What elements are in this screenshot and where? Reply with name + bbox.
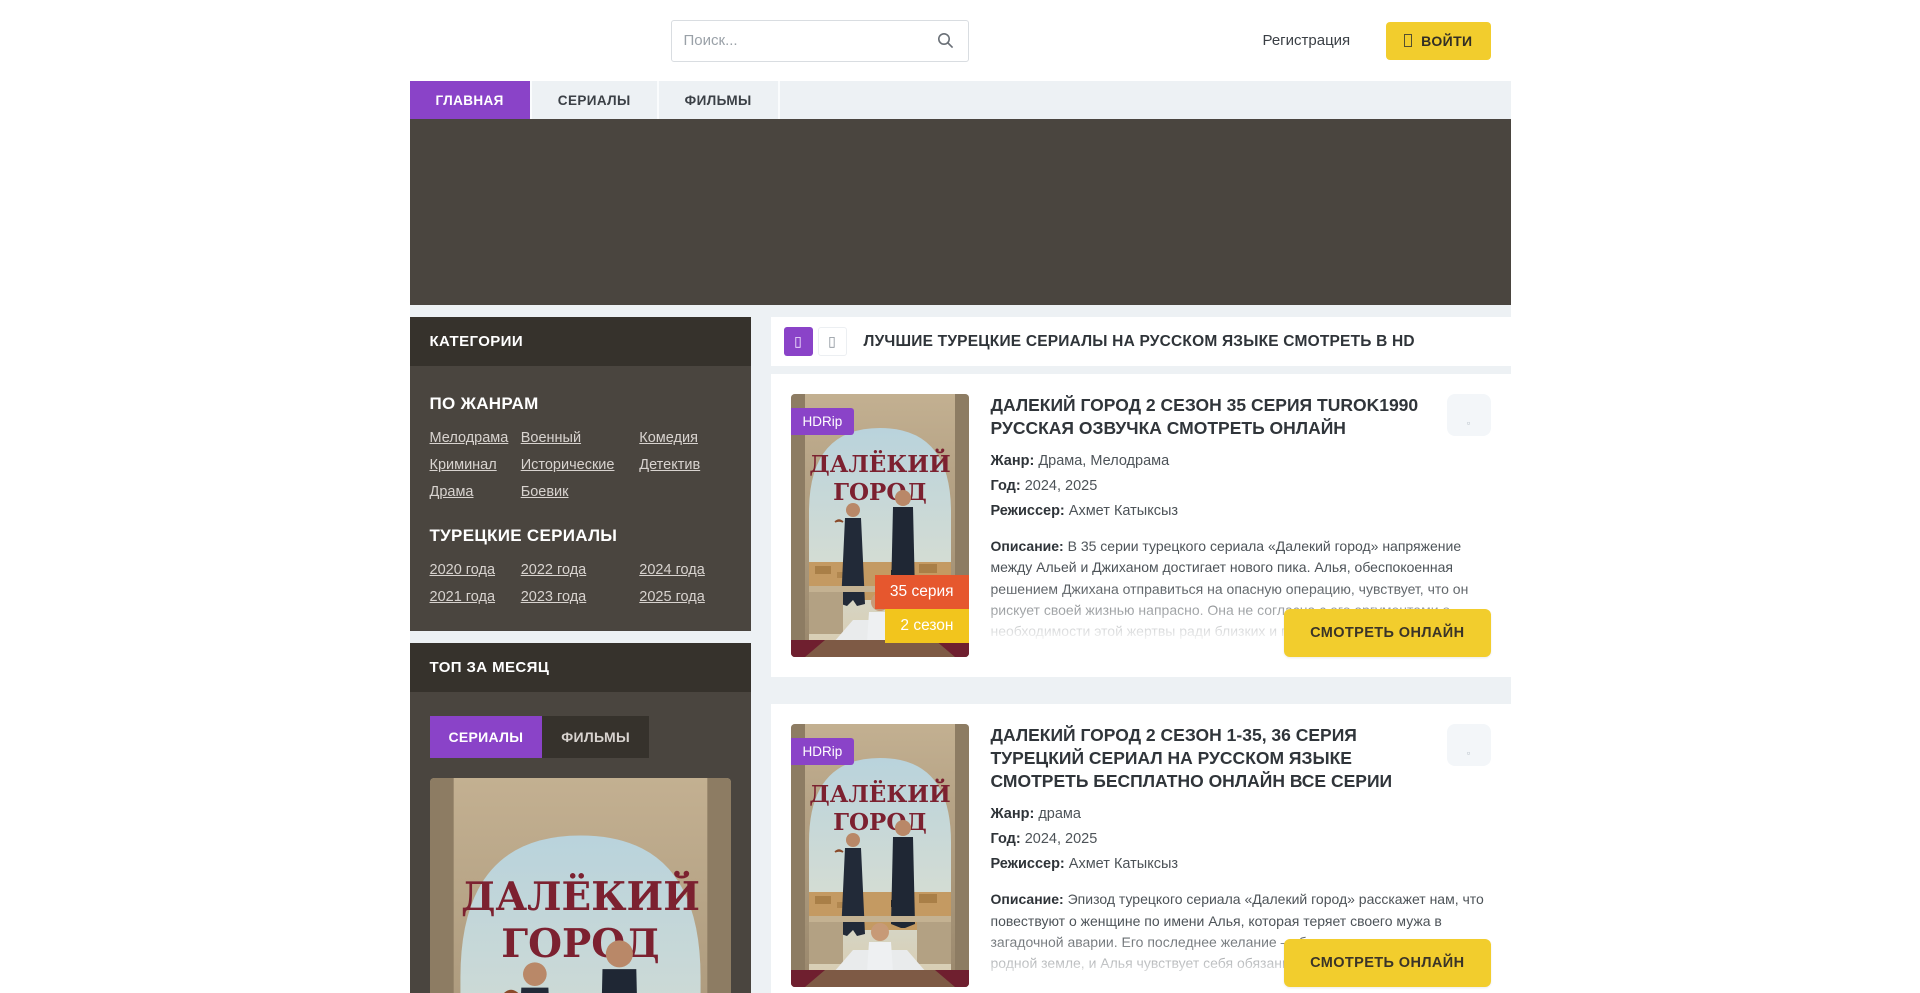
card-meta: Жанр: драма Год: 2024, 2025 Режиссер: Ах… [991, 806, 1491, 881]
director-value: Ахмет Катыксыз [1069, 503, 1178, 519]
bookmark-button[interactable]: ▫ [1447, 394, 1491, 436]
card-meta: Жанр: Драма, Мелодрама Год: 2024, 2025 Р… [991, 453, 1491, 528]
page-title: ЛУЧШИЕ ТУРЕЦКИЕ СЕРИАЛЫ НА РУССКОМ ЯЗЫКЕ… [864, 333, 1415, 351]
top-month-header: ТОП ЗА МЕСЯЦ [410, 643, 751, 692]
year-link[interactable]: 2020 года [430, 562, 521, 578]
genre-link[interactable]: Мелодрама [430, 430, 521, 446]
description-label: Описание: [991, 538, 1064, 554]
view-list-button[interactable]: ▯ [818, 327, 847, 356]
search-button[interactable] [924, 21, 968, 61]
year-link[interactable]: 2025 года [639, 589, 730, 605]
search-box [671, 20, 969, 62]
nav-tab-series[interactable]: СЕРИАЛЫ [532, 81, 659, 119]
genre-label: Жанр: [991, 806, 1035, 822]
year-link[interactable]: 2022 года [521, 562, 640, 578]
genre-link[interactable]: Боевик [521, 484, 640, 500]
svg-text:ГОРОД: ГОРОД [833, 809, 927, 836]
bookmark-button[interactable]: ▫ [1447, 724, 1491, 766]
login-icon [1404, 34, 1412, 47]
genre-link[interactable]: Криминал [430, 457, 521, 473]
main-column: ▯ ▯ ЛУЧШИЕ ТУРЕЦКИЕ СЕРИАЛЫ НА РУССКОМ Я… [771, 317, 1511, 993]
genres-title: ПО ЖАНРАМ [430, 394, 731, 414]
genre-link[interactable]: Исторические [521, 457, 640, 473]
list-view-icon: ▯ [828, 333, 836, 350]
card-title-link[interactable]: ДАЛЕКИЙ ГОРОД 2 СЕЗОН 35 СЕРИЯ TUROK1990… [991, 394, 1447, 440]
series-card: ДАЛЁКИЙ ГОРОД HDRip ДАЛЕКИЙ ГОРОД 2 СЕЗО [771, 704, 1511, 993]
svg-text:ДАЛЁКИЙ: ДАЛЁКИЙ [809, 779, 950, 808]
episode-badge: 35 серия [875, 575, 969, 609]
year-value: 2024, 2025 [1025, 478, 1098, 494]
director-value: Ахмет Катыксыз [1069, 856, 1178, 872]
genre-link[interactable]: Драма [430, 484, 521, 500]
genres-list: Мелодрама Военный Комедия Криминал Истор… [430, 430, 731, 500]
year-link[interactable]: 2023 года [521, 589, 640, 605]
search-icon [937, 32, 954, 49]
register-link[interactable]: Регистрация [1262, 32, 1350, 49]
years-title: ТУРЕЦКИЕ СЕРИАЛЫ [430, 526, 731, 546]
year-label: Год: [991, 831, 1021, 847]
svg-text:ГОРОД: ГОРОД [833, 479, 927, 506]
section-header: ▯ ▯ ЛУЧШИЕ ТУРЕЦКИЕ СЕРИАЛЫ НА РУССКОМ Я… [771, 317, 1511, 366]
bookmark-icon: ▫ [1467, 418, 1470, 428]
description-label: Описание: [991, 891, 1064, 907]
genre-value: Драма, Мелодрама [1038, 453, 1169, 469]
year-value: 2024, 2025 [1025, 831, 1098, 847]
login-button[interactable]: ВОЙТИ [1386, 22, 1490, 60]
content: КАТЕГОРИИ ПО ЖАНРАМ Мелодрама Военный Ко… [410, 305, 1511, 993]
top-bar: Регистрация ВОЙТИ [0, 0, 1920, 81]
year-label: Год: [991, 478, 1021, 494]
page: Регистрация ВОЙТИ ГЛАВНАЯ СЕРИАЛЫ ФИЛЬМЫ… [0, 0, 1920, 993]
genre-link[interactable]: Военный [521, 430, 640, 446]
nav-tab-films[interactable]: ФИЛЬМЫ [659, 81, 780, 119]
svg-text:ДАЛЁКИЙ: ДАЛЁКИЙ [460, 870, 699, 920]
quality-badge: HDRip [791, 408, 855, 435]
years-list: 2020 года 2022 года 2024 года 2021 года … [430, 562, 731, 605]
categories-header: КАТЕГОРИИ [410, 317, 751, 366]
ad-banner [410, 119, 1511, 305]
genre-link[interactable]: Детектив [639, 457, 730, 473]
top-tab-series[interactable]: СЕРИАЛЫ [430, 716, 543, 758]
director-label: Режиссер: [991, 503, 1065, 519]
episode-badges: 35 серия 2 сезон [875, 575, 969, 643]
top-month-tabs: СЕРИАЛЫ ФИЛЬМЫ [430, 716, 731, 758]
sidebar: КАТЕГОРИИ ПО ЖАНРАМ Мелодрама Военный Ко… [410, 317, 751, 993]
poster[interactable]: ДАЛЁКИЙ ГОРОД HDRip 35 серия 2 сезон [791, 394, 969, 657]
genre-link[interactable]: Комедия [639, 430, 730, 446]
svg-text:ГОРОД: ГОРОД [501, 921, 659, 967]
categories-block: КАТЕГОРИИ ПО ЖАНРАМ Мелодрама Военный Ко… [410, 317, 751, 631]
grid-view-icon: ▯ [794, 333, 802, 350]
director-label: Режиссер: [991, 856, 1065, 872]
top-month-block: ТОП ЗА МЕСЯЦ СЕРИАЛЫ ФИЛЬМЫ [410, 643, 751, 993]
genre-value: драма [1038, 806, 1081, 822]
quality-badge: HDRip [791, 738, 855, 765]
season-badge: 2 сезон [885, 609, 968, 643]
year-link[interactable]: 2024 года [639, 562, 730, 578]
watch-online-button[interactable]: СМОТРЕТЬ ОНЛАЙН [1284, 939, 1490, 987]
top-tab-films[interactable]: ФИЛЬМЫ [542, 716, 649, 758]
poster[interactable]: ДАЛЁКИЙ ГОРОД HDRip [791, 724, 969, 987]
main-nav: ГЛАВНАЯ СЕРИАЛЫ ФИЛЬМЫ [410, 81, 1511, 119]
year-link[interactable]: 2021 года [430, 589, 521, 605]
login-label: ВОЙТИ [1421, 33, 1472, 49]
nav-tab-home[interactable]: ГЛАВНАЯ [410, 81, 532, 119]
bookmark-icon: ▫ [1467, 748, 1470, 758]
top-poster-image[interactable]: ДАЛЁКИЙ ГОРОД [430, 778, 731, 993]
genre-label: Жанр: [991, 453, 1035, 469]
watch-online-button[interactable]: СМОТРЕТЬ ОНЛАЙН [1284, 609, 1490, 657]
card-title-link[interactable]: ДАЛЕКИЙ ГОРОД 2 СЕЗОН 1-35, 36 СЕРИЯ ТУР… [991, 724, 1447, 793]
search-input[interactable] [672, 32, 924, 49]
series-card: ДАЛЁКИЙ ГОРОД HDRip 35 серия 2 сезон [771, 374, 1511, 677]
svg-text:ДАЛЁКИЙ: ДАЛЁКИЙ [809, 449, 950, 478]
auth-area: Регистрация ВОЙТИ [1262, 22, 1510, 60]
view-grid-button[interactable]: ▯ [784, 327, 813, 356]
